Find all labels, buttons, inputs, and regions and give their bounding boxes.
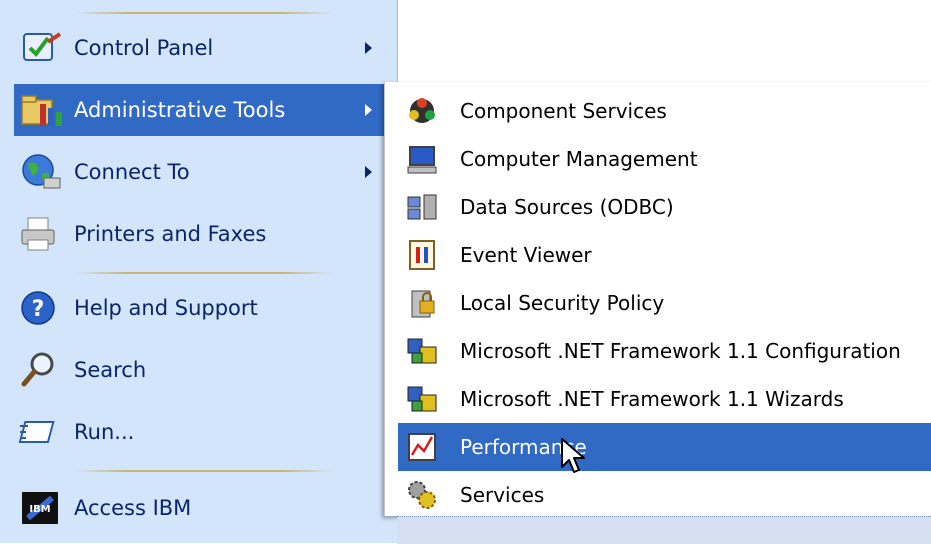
administrative-tools-submenu: Component Services Computer Management D… [384,82,931,516]
submenu-item-label: Data Sources (ODBC) [460,195,674,219]
menu-item-label: Printers and Faxes [74,222,267,246]
submenu-item-computer-management[interactable]: Computer Management [398,135,931,183]
menu-item-administrative-tools[interactable]: Administrative Tools [14,84,386,136]
menu-item-search[interactable]: Search [14,344,386,396]
printer-icon [18,214,64,254]
component-services-icon [406,95,438,127]
menu-item-label: Help and Support [74,296,258,320]
submenu-item-label: Microsoft .NET Framework 1.1 Wizards [460,387,844,411]
submenu-item-event-viewer[interactable]: Event Viewer [398,231,931,279]
submenu-arrow-icon [365,104,372,116]
submenu-item-services[interactable]: Services [398,471,931,519]
menu-item-run[interactable]: Run... [14,406,386,458]
dotnet-config-icon [406,335,438,367]
start-menu-right-panel: Control Panel Administrative Tools Conne… [0,0,398,543]
menu-item-label: Search [74,358,147,382]
submenu-item-data-sources[interactable]: Data Sources (ODBC) [398,183,931,231]
connect-to-icon [18,152,64,192]
submenu-item-performance[interactable]: Performance [398,423,931,471]
search-icon [18,350,64,390]
submenu-item-label: Event Viewer [460,243,592,267]
menu-item-access-ibm[interactable]: IBM Access IBM [14,482,386,534]
submenu-item-label: Component Services [460,99,667,123]
services-icon [406,479,438,511]
menu-item-help-and-support[interactable]: ? Help and Support [14,282,386,334]
help-icon: ? [18,288,64,328]
svg-text:?: ? [32,297,45,322]
submenu-arrow-icon [365,166,372,178]
menu-item-label: Run... [74,420,135,444]
administrative-tools-icon [18,90,64,130]
event-viewer-icon [406,239,438,271]
submenu-item-component-services[interactable]: Component Services [398,87,931,135]
run-icon [18,412,64,452]
performance-icon [406,431,438,463]
submenu-arrow-icon [365,42,372,54]
separator [75,12,333,14]
menu-item-label: Control Panel [74,36,214,60]
submenu-item-local-security-policy[interactable]: Local Security Policy [398,279,931,327]
separator [75,272,333,274]
submenu-item-dotnet-wizards[interactable]: Microsoft .NET Framework 1.1 Wizards [398,375,931,423]
submenu-left-strip [385,82,398,516]
menu-item-label: Administrative Tools [74,98,286,122]
computer-management-icon [406,143,438,175]
data-sources-icon [406,191,438,223]
security-policy-icon [406,287,438,319]
submenu-item-dotnet-configuration[interactable]: Microsoft .NET Framework 1.1 Configurati… [398,327,931,375]
ibm-icon: IBM [18,488,64,528]
svg-text:IBM: IBM [29,504,50,515]
menu-item-printers-and-faxes[interactable]: Printers and Faxes [14,208,386,260]
submenu-item-label: Services [460,483,545,507]
menu-item-label: Connect To [74,160,190,184]
mouse-cursor-icon [561,438,585,473]
desktop-background-strip [397,516,931,544]
control-panel-icon [18,28,64,68]
dotnet-wizards-icon [406,383,438,415]
menu-item-label: Access IBM [74,496,192,520]
menu-item-connect-to[interactable]: Connect To [14,146,386,198]
submenu-item-label: Computer Management [460,147,698,171]
menu-item-control-panel[interactable]: Control Panel [14,22,386,74]
submenu-item-label: Local Security Policy [460,291,665,315]
separator [75,470,333,472]
submenu-item-label: Microsoft .NET Framework 1.1 Configurati… [460,339,901,363]
